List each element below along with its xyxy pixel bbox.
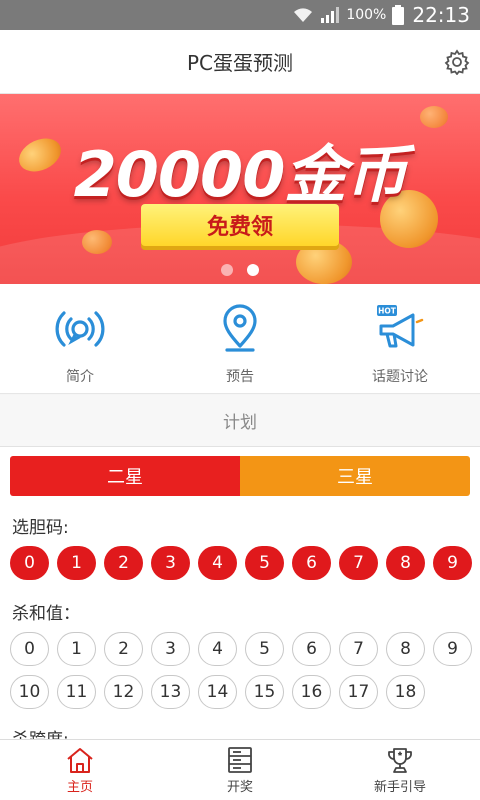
tab-two-star[interactable]: 二星 xyxy=(10,456,240,496)
number-ball[interactable]: 3 xyxy=(151,632,190,666)
carousel-dot-active[interactable] xyxy=(247,264,259,276)
nav-label: 预告 xyxy=(226,369,254,385)
page-title: PC蛋蛋预测 xyxy=(186,51,294,75)
number-ball[interactable]: 7 xyxy=(339,632,378,666)
kill-sum-row-2: 10 11 12 13 14 15 16 17 18 xyxy=(10,675,425,709)
bottom-tab-lottery[interactable]: 开奖 xyxy=(160,740,320,800)
number-ball[interactable]: 17 xyxy=(339,675,378,709)
server-list-icon xyxy=(225,746,255,774)
number-ball[interactable]: 18 xyxy=(386,675,425,709)
app-header: PC蛋蛋预测 xyxy=(0,30,480,94)
number-ball[interactable]: 9 xyxy=(433,632,472,666)
pick-code-label: 选胆码: xyxy=(12,518,69,538)
nav-label: 话题讨论 xyxy=(372,369,428,385)
nav-item-intro[interactable]: 简介 xyxy=(0,284,160,393)
number-ball[interactable]: 5 xyxy=(245,632,284,666)
number-ball[interactable]: 1 xyxy=(57,546,96,580)
number-ball[interactable]: 0 xyxy=(10,546,49,580)
star-tabs: 二星 三星 xyxy=(10,456,470,496)
number-ball[interactable]: 1 xyxy=(57,632,96,666)
nav-item-preview[interactable]: 预告 xyxy=(160,284,320,393)
nav-label: 简介 xyxy=(66,369,94,385)
carousel-dot[interactable] xyxy=(221,264,233,276)
banner-headline: 20000金币 xyxy=(73,138,408,211)
number-ball[interactable]: 2 xyxy=(104,546,143,580)
clock: 22:13 xyxy=(412,3,470,27)
kill-span-label: 杀跨度: xyxy=(12,725,69,739)
kill-sum-label: 杀和值： xyxy=(12,604,80,624)
number-ball[interactable]: 9 xyxy=(433,546,472,580)
svg-text:HOT: HOT xyxy=(378,307,397,316)
number-ball[interactable]: 8 xyxy=(386,546,425,580)
number-ball[interactable]: 10 xyxy=(10,675,49,709)
plan-content: 二星 三星 选胆码: 0123456789 杀和值： 0123456789 10… xyxy=(0,447,480,739)
battery-icon xyxy=(392,5,405,25)
number-ball[interactable]: 15 xyxy=(245,675,284,709)
section-title: 计划 xyxy=(0,395,480,447)
wifi-icon xyxy=(292,7,314,23)
number-ball[interactable]: 13 xyxy=(151,675,190,709)
number-ball[interactable]: 8 xyxy=(386,632,425,666)
megaphone-hot-icon: HOT xyxy=(373,302,427,356)
tab-three-star[interactable]: 三星 xyxy=(240,456,470,496)
bottom-tab-label: 新手引导 xyxy=(373,779,426,795)
battery-percent: 100% xyxy=(346,7,387,23)
number-ball[interactable]: 4 xyxy=(198,632,237,666)
kill-sum-row-1: 0123456789 xyxy=(10,632,472,666)
number-ball[interactable]: 7 xyxy=(339,546,378,580)
number-ball[interactable]: 5 xyxy=(245,546,284,580)
number-ball[interactable]: 0 xyxy=(10,632,49,666)
number-ball[interactable]: 16 xyxy=(292,675,331,709)
nav-item-discussion[interactable]: HOT 话题讨论 xyxy=(320,284,480,393)
free-claim-button[interactable]: 免费领 xyxy=(141,204,339,246)
number-ball[interactable]: 2 xyxy=(104,632,143,666)
broadcast-icon xyxy=(53,302,107,356)
number-ball[interactable]: 11 xyxy=(57,675,96,709)
bottom-tab-guide[interactable]: 新手引导 xyxy=(320,740,480,800)
location-pin-icon xyxy=(213,302,267,356)
number-ball[interactable]: 6 xyxy=(292,632,331,666)
trophy-icon xyxy=(385,746,415,774)
bottom-tab-label: 主页 xyxy=(66,779,93,795)
gear-icon[interactable] xyxy=(444,49,470,76)
number-ball[interactable]: 3 xyxy=(151,546,190,580)
quick-nav: 简介 预告 HOT 话题讨论 xyxy=(0,284,480,394)
promo-banner[interactable]: 20000金币 免费领 xyxy=(0,94,480,284)
bottom-nav: 主页 开奖 新手引导 xyxy=(0,739,480,800)
coin-decoration xyxy=(296,240,352,284)
carousel-indicator xyxy=(0,264,480,276)
pick-code-balls: 0123456789 xyxy=(10,546,472,580)
number-ball[interactable]: 4 xyxy=(198,546,237,580)
coin-decoration xyxy=(82,230,112,254)
status-bar: 100% 22:13 xyxy=(0,0,480,30)
number-ball[interactable]: 14 xyxy=(198,675,237,709)
number-ball[interactable]: 12 xyxy=(104,675,143,709)
bottom-tab-label: 开奖 xyxy=(226,779,253,795)
number-ball[interactable]: 6 xyxy=(292,546,331,580)
bottom-tab-home[interactable]: 主页 xyxy=(0,740,160,800)
home-icon xyxy=(65,746,95,774)
signal-icon xyxy=(320,7,340,23)
